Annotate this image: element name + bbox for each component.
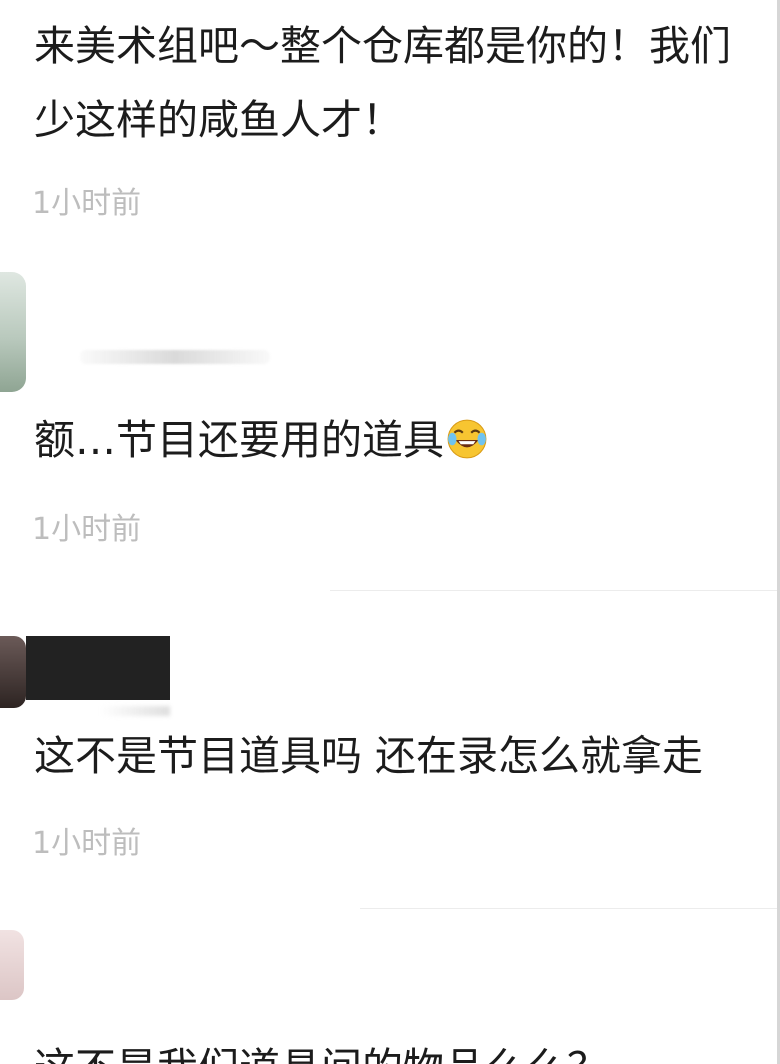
comment-text: 额…节目还要用的道具 — [34, 408, 488, 472]
username-blurred[interactable] — [80, 350, 270, 364]
comment-timestamp: 1小时前 — [32, 826, 142, 861]
comment-text-line: 来美术组吧～整个仓库都是你的！我们 — [34, 22, 731, 70]
comment-text: 这不是节目道具吗 还在录怎么就拿走 — [34, 732, 704, 780]
comment-text-line: 少这样的咸鱼人才！ — [34, 96, 403, 144]
divider — [330, 590, 780, 591]
avatar[interactable] — [0, 636, 26, 708]
username-blur-edge — [100, 706, 170, 716]
username-blurred[interactable] — [26, 636, 170, 700]
divider — [360, 908, 780, 909]
face-with-tears-of-joy-icon — [447, 419, 487, 459]
comment-timestamp: 1小时前 — [32, 512, 142, 547]
comment-text-content: 额…节目还要用的道具 — [34, 416, 444, 464]
avatar[interactable] — [0, 930, 24, 1000]
comment-text: 这不是我们道具间的物品么么？ — [34, 1036, 608, 1064]
avatar[interactable] — [0, 272, 26, 392]
comment-thread: 来美术组吧～整个仓库都是你的！我们 少这样的咸鱼人才！ 1小时前 额…节目还要用… — [0, 0, 780, 1064]
comment-timestamp: 1小时前 — [32, 186, 142, 221]
